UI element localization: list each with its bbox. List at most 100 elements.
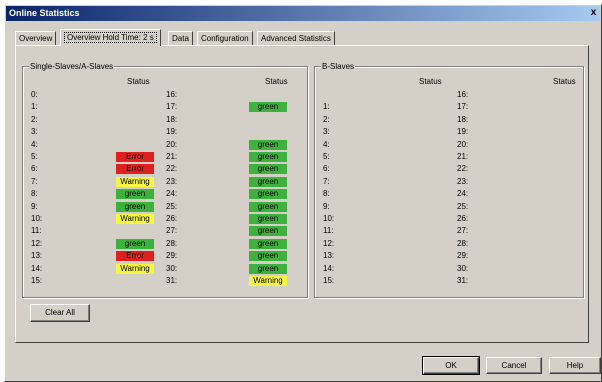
clear-all-button[interactable]: Clear All (30, 304, 90, 322)
status-badge: green (249, 238, 287, 249)
status-badge: green (249, 189, 287, 200)
group-title: Single-Slaves/A-Slaves (29, 61, 115, 72)
slave-address-label: 20: (166, 139, 178, 149)
slave-row: 29: green (23, 250, 307, 262)
status-badge: green (249, 251, 287, 262)
single-slaves-group: Single-Slaves/A-Slaves Status Status 0: 1… (22, 61, 308, 298)
status-badge: green (249, 263, 287, 274)
slave-address-label: 19: (166, 127, 178, 137)
slave-address-label: 27: (457, 226, 469, 236)
slave-address-label: 22: (166, 164, 178, 174)
tab-overview-hold-time[interactable]: Overview Hold Time: 2 s (60, 29, 161, 46)
status-badge: green (249, 176, 287, 187)
slave-row: 28: green (23, 238, 307, 250)
slave-row: 20: (315, 139, 583, 151)
tab-label: Overview (19, 34, 53, 43)
slave-row: 24: green (23, 188, 307, 200)
status-badge: Warning (249, 276, 287, 286)
slave-row: 19: (315, 126, 583, 138)
slave-row: 20: green (23, 139, 307, 151)
slave-address-label: 23: (457, 176, 469, 186)
tab-label: Overview Hold Time: 2 s (64, 32, 157, 43)
slave-address-label: 23: (166, 176, 178, 186)
ok-button[interactable]: OK (422, 356, 480, 375)
b-slaves-group: B-Slaves Status Status 1: 2: 3: 4: 5: 6: 7: 8: 9… (314, 61, 584, 298)
slave-address-label: 17: (457, 102, 469, 112)
button-label: Help (566, 361, 584, 370)
tab-label: Configuration (201, 34, 249, 43)
slave-row: 22: (315, 163, 583, 175)
tab-label: Data (172, 34, 189, 43)
status-header-right: Status (553, 77, 576, 86)
slave-address-label: 28: (166, 238, 178, 248)
slave-row: 23: green (23, 176, 307, 188)
tab-data[interactable]: Data (168, 31, 193, 45)
slave-address-label: 24: (166, 189, 178, 199)
slave-row: 31: (315, 275, 583, 287)
slave-row: 27: green (23, 225, 307, 237)
slave-address-label: 24: (457, 189, 469, 199)
tab-label: Advanced Statistics (261, 34, 331, 43)
slave-address-label: 30: (166, 263, 178, 273)
tab-overview[interactable]: Overview (15, 31, 57, 45)
slave-address-label: 18: (166, 114, 178, 124)
slave-address-label: 30: (457, 263, 469, 273)
slave-address-label: 28: (457, 238, 469, 248)
slave-address-label: 29: (457, 251, 469, 261)
slave-address-label: 21: (166, 152, 178, 161)
slave-row: 31: Warning (23, 275, 307, 287)
slave-row: 26: (315, 213, 583, 225)
button-label: Cancel (501, 361, 527, 370)
status-header-left: Status (127, 77, 150, 86)
slave-address-label: 25: (457, 201, 469, 211)
slave-row: 23: (315, 176, 583, 188)
slave-row: 30: green (23, 263, 307, 275)
tab-panel: Single-Slaves/A-Slaves Status Status 0: 1… (15, 45, 589, 343)
slave-row: 25: green (23, 201, 307, 213)
slave-address-label: 19: (457, 127, 469, 137)
slave-row: 21: green (23, 151, 307, 163)
cancel-button[interactable]: Cancel (486, 357, 542, 374)
button-label: Clear All (45, 308, 75, 317)
slave-address-label: 17: (166, 102, 178, 112)
status-badge: green (249, 214, 287, 224)
slave-address-label: 21: (457, 152, 469, 161)
status-badge: green (249, 152, 287, 162)
slave-address-label: 20: (457, 139, 469, 149)
slave-row: 24: (315, 188, 583, 200)
slave-row: 18: (315, 114, 583, 126)
tab-configuration[interactable]: Configuration (197, 31, 253, 45)
slave-address-label: 27: (166, 226, 178, 236)
slave-address-label: 31: (166, 276, 178, 285)
slave-row: 17: green (23, 101, 307, 113)
slave-row: 22: green (23, 163, 307, 175)
slave-row: 25: (315, 201, 583, 213)
slave-row: 27: (315, 225, 583, 237)
tab-advanced-statistics[interactable]: Advanced Statistics (257, 31, 335, 45)
help-button[interactable]: Help (549, 357, 601, 374)
status-badge: green (249, 139, 287, 150)
slave-address-label: 29: (166, 251, 178, 261)
status-header-left: Status (419, 77, 442, 86)
group-title: B-Slaves (321, 61, 356, 72)
slave-row: 18: (23, 114, 307, 126)
status-badge: green (249, 164, 287, 175)
close-icon[interactable]: x (587, 7, 600, 20)
slave-row: 16: (23, 89, 307, 101)
slave-row: 28: (315, 238, 583, 250)
slave-row: 21: (315, 151, 583, 163)
slave-row: 26: green (23, 213, 307, 225)
window-title: Online Statistics (9, 8, 80, 18)
slave-address-label: 25: (166, 201, 178, 211)
slave-row: 16: (315, 89, 583, 101)
slave-row: 19: (23, 126, 307, 138)
slave-row: 29: (315, 250, 583, 262)
slave-address-label: 16: (457, 90, 469, 99)
title-bar: Online Statistics x (6, 6, 600, 21)
slave-row: 30: (315, 263, 583, 275)
online-statistics-window: Online Statistics x Overview Overview Ho… (4, 4, 602, 382)
status-badge: green (249, 201, 287, 212)
slave-address-label: 26: (457, 214, 469, 223)
slave-address-label: 31: (457, 276, 469, 285)
slave-address-label: 18: (457, 114, 469, 124)
